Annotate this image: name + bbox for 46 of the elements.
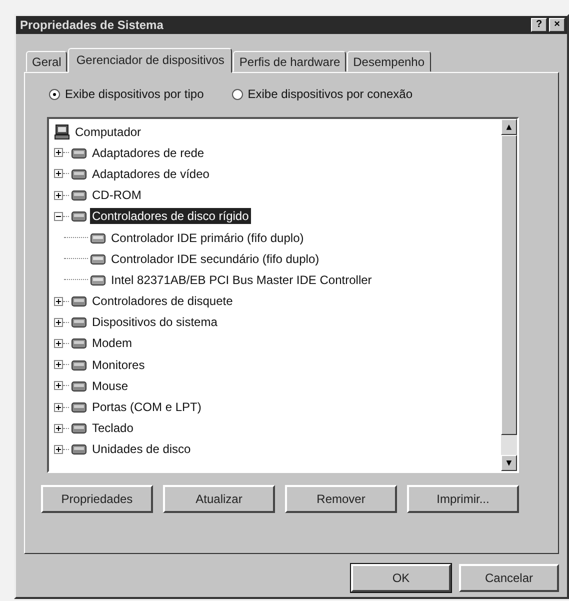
tree-item[interactable]: CD-ROM	[90, 187, 144, 204]
tree-item[interactable]: Portas (COM e LPT)	[90, 399, 204, 416]
computer-icon	[54, 124, 70, 140]
tree-item[interactable]: Intel 82371AB/EB PCI Bus Master IDE Controller	[109, 272, 374, 288]
tab[interactable]: Geral	[26, 51, 68, 72]
expand-icon[interactable]	[54, 424, 63, 433]
tree-item[interactable]: Mouse	[90, 378, 130, 394]
tree-item[interactable]: Unidades de disco	[90, 441, 193, 458]
tab[interactable]: Desempenho	[347, 51, 431, 72]
expand-icon[interactable]	[54, 169, 63, 178]
action-button[interactable]: Remover	[285, 485, 397, 513]
radio-label[interactable]: Exibe dispositivos por conexão	[248, 87, 413, 101]
tree-item[interactable]: Adaptadores de rede	[90, 144, 206, 161]
tree-item[interactable]: Controladores de disquete	[90, 293, 235, 310]
action-button[interactable]: Propriedades	[41, 485, 153, 513]
action-button[interactable]: Atualizar	[163, 485, 275, 513]
tree-item[interactable]: Modem	[90, 335, 134, 352]
radio-button[interactable]	[49, 88, 60, 100]
cancel-button[interactable]: Cancelar	[459, 564, 559, 592]
expand-icon[interactable]	[54, 360, 63, 370]
tree-item[interactable]: Adaptadores de vídeo	[90, 166, 212, 182]
tree-item[interactable]: Controlador IDE secundário (fifo duplo)	[109, 250, 322, 267]
expand-icon[interactable]	[54, 338, 63, 348]
expand-icon[interactable]	[54, 402, 63, 412]
close-button[interactable]: ×	[549, 18, 565, 32]
tree-item[interactable]: Teclado	[90, 420, 136, 436]
radio-label[interactable]: Exibe dispositivos por tipo	[65, 87, 204, 101]
expand-icon[interactable]	[54, 148, 63, 158]
help-button[interactable]: ?	[531, 18, 547, 32]
expand-icon[interactable]	[54, 318, 63, 327]
tree-item[interactable]: Dispositivos do sistema	[90, 314, 220, 330]
expand-icon[interactable]	[54, 190, 63, 200]
tree-item[interactable]: Controlador IDE primário (fifo duplo)	[109, 230, 306, 246]
action-button[interactable]: Imprimir...	[407, 485, 519, 513]
tree-item[interactable]: Controladores de disco rígido	[90, 208, 251, 224]
expand-icon[interactable]	[54, 296, 63, 306]
expand-icon[interactable]	[54, 381, 63, 390]
expand-icon[interactable]	[54, 444, 63, 454]
tab[interactable]: Gerenciador de dispositivos	[68, 48, 232, 73]
tree-item[interactable]: Monitores	[90, 356, 147, 373]
ok-button[interactable]: OK	[351, 564, 451, 592]
collapse-icon[interactable]	[54, 212, 63, 221]
window-title: Propriedades de Sistema	[20, 18, 164, 32]
tab[interactable]: Perfis de hardware	[233, 51, 346, 72]
tree-item[interactable]: Computador	[73, 124, 144, 140]
radio-button[interactable]	[232, 88, 243, 100]
